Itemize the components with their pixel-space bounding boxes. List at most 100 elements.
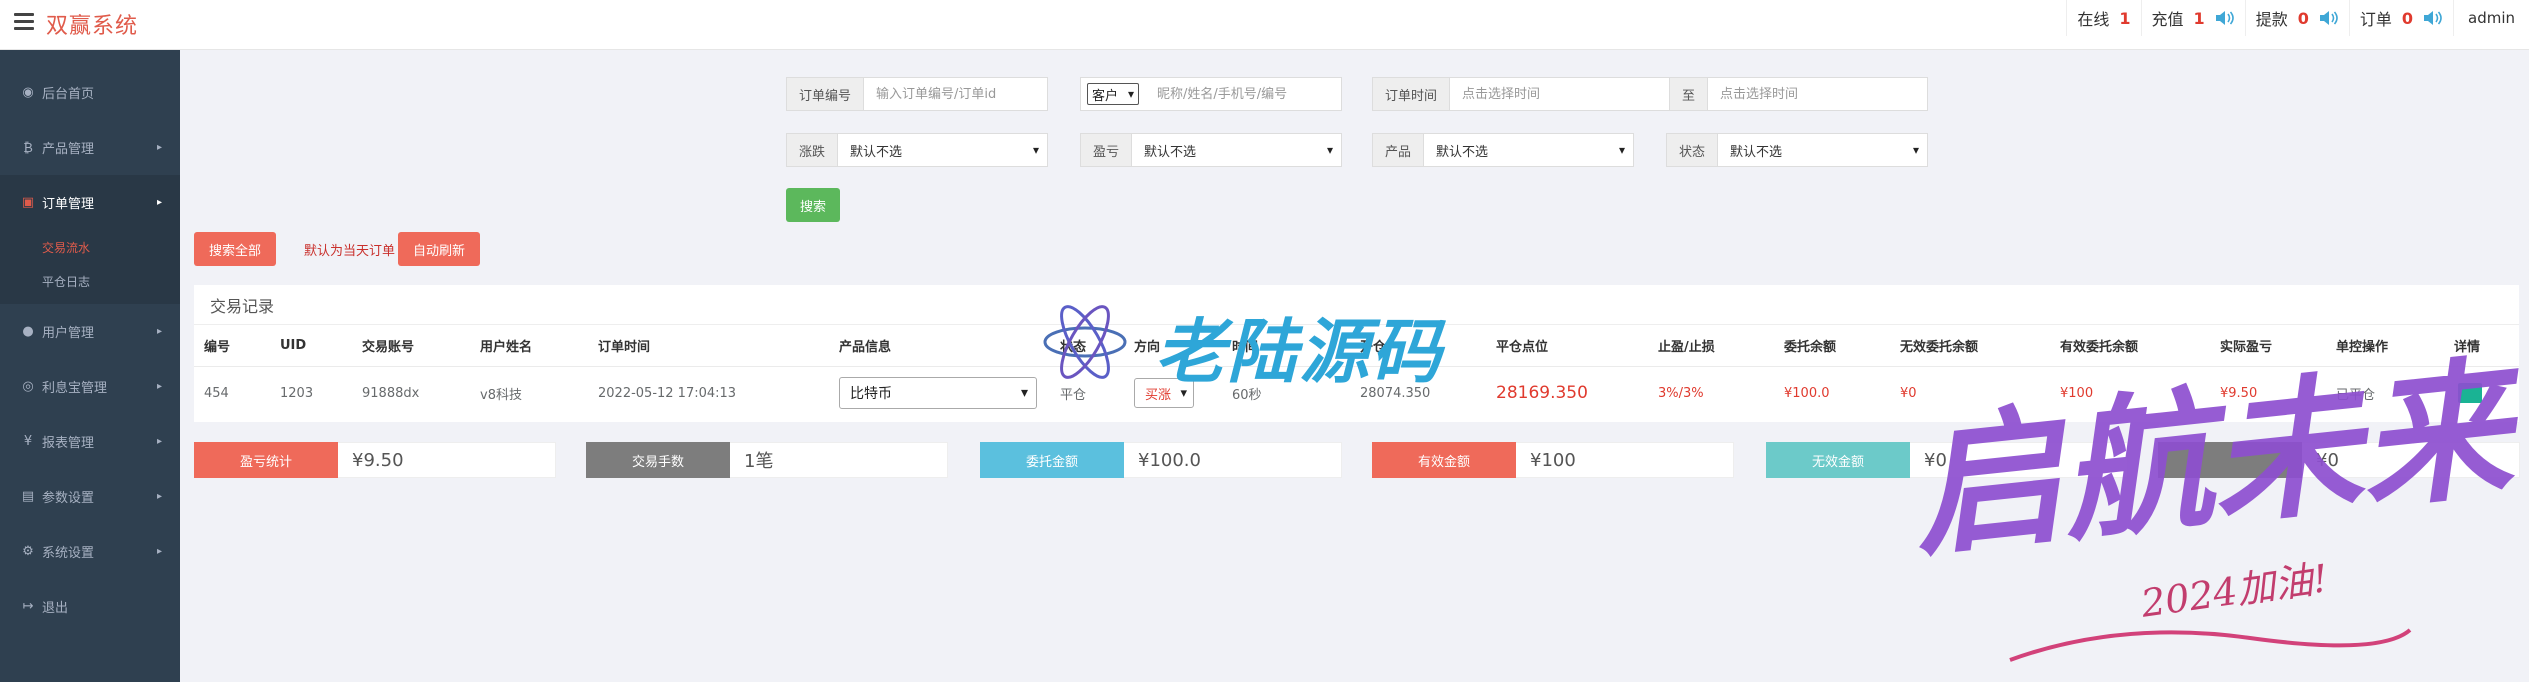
summary-label: 有效金额 — [1372, 442, 1516, 478]
sidebar-item-label: 后台首页 — [42, 87, 95, 102]
table-row[interactable]: 454 1203 91888dx v8科技 2022-05-12 17:04:1… — [194, 367, 2519, 419]
th-detail: 详情 — [2454, 340, 2481, 355]
summary-label: 无效金额 — [1766, 442, 1910, 478]
stat-online-value: 1 — [2119, 8, 2131, 28]
main-content: 订单编号 客户 订单时间 至 涨跌 默认不选 盈亏 默认不选 产品 默认不选 状… — [180, 50, 2529, 682]
sidebar: ◉ 后台首页 ₿ 产品管理 ▸ ▣ 订单管理 ▸ 交易流水 平仓日志 ● 用户管… — [0, 50, 180, 682]
gears-icon: ⚙ — [22, 544, 34, 559]
brand-title: 双赢系统 — [46, 14, 139, 39]
sidebar-sub-close-log[interactable]: 平仓日志 — [0, 264, 180, 298]
summary-value: ¥100.0 — [1124, 442, 1342, 478]
sidebar-item-users[interactable]: ● 用户管理 ▸ — [0, 304, 180, 359]
status-select[interactable]: 默认不选 — [1718, 134, 1927, 166]
cell-account: 91888dx — [362, 385, 420, 401]
cell-product: 比特币 — [839, 367, 1037, 419]
order-no-label: 订单编号 — [787, 78, 865, 110]
summary-profit: 盈亏统计 ¥9.50 — [194, 442, 556, 478]
order-no-input[interactable] — [864, 78, 1047, 110]
logout-icon: ↦ — [22, 599, 34, 614]
stat-recharge-label: 充值 — [2151, 10, 2184, 29]
chevron-right-icon: ▸ — [156, 436, 162, 447]
cell-uid: 1203 — [280, 385, 314, 401]
menu-toggle-icon[interactable] — [14, 13, 34, 31]
customer-filter: 客户 — [1080, 77, 1342, 111]
rise-fall-label: 涨跌 — [787, 134, 839, 166]
user-menu[interactable]: admin — [2454, 9, 2529, 27]
search-all-button[interactable]: 搜索全部 — [194, 232, 276, 266]
product-label: 产品 — [1373, 134, 1425, 166]
order-no-filter: 订单编号 — [786, 77, 1048, 111]
stat-withdraw[interactable]: 提款 0 — [2246, 0, 2350, 36]
stat-withdraw-label: 提款 — [2255, 10, 2288, 29]
summary-value: ¥0 — [2302, 442, 2520, 478]
customer-type-select[interactable]: 客户 — [1087, 83, 1140, 105]
cell-open: 28074.350 — [1360, 385, 1431, 401]
sidebar-item-logout[interactable]: ↦ 退出 — [0, 579, 180, 634]
stat-recharge-value: 1 — [2193, 8, 2205, 28]
chevron-right-icon: ▸ — [156, 381, 162, 392]
direction-select[interactable]: 买涨 — [1134, 378, 1195, 408]
summary-other: ¥0 — [2158, 442, 2520, 478]
sidebar-item-products[interactable]: ₿ 产品管理 ▸ — [0, 120, 180, 175]
cell-control: 已平仓 — [2336, 387, 2376, 403]
sidebar-item-system[interactable]: ⚙ 系统设置 ▸ — [0, 524, 180, 579]
order-time-filter: 订单时间 至 — [1372, 77, 1928, 111]
chevron-right-icon: ▸ — [156, 142, 162, 153]
stat-recharge[interactable]: 充值 1 — [2142, 0, 2246, 36]
sidebar-item-reports[interactable]: ¥ 报表管理 ▸ — [0, 414, 180, 469]
product-row-value: 比特币 — [850, 386, 892, 402]
speaker-icon[interactable] — [2423, 9, 2443, 27]
customer-input[interactable] — [1145, 78, 1341, 110]
yen-icon: ¥ — [23, 434, 33, 449]
interest-icon: ◎ — [22, 379, 34, 394]
chevron-right-icon: ▸ — [156, 326, 162, 337]
rise-fall-select[interactable]: 默认不选 — [838, 134, 1047, 166]
top-header: 双赢系统 在线 1 充值 1 提款 0 订单 0 admin — [0, 0, 2529, 50]
sidebar-item-home[interactable]: ◉ 后台首页 — [0, 65, 180, 120]
speaker-icon[interactable] — [2215, 9, 2235, 27]
stat-withdraw-value: 0 — [2297, 8, 2309, 28]
end-time-input[interactable] — [1708, 78, 1927, 110]
sidebar-item-interest[interactable]: ◎ 利息宝管理 ▸ — [0, 359, 180, 414]
stat-orders[interactable]: 订单 0 — [2350, 0, 2454, 36]
cell-order-time: 2022-05-12 17:04:13 — [598, 385, 737, 401]
summary-entrust: 委托金额 ¥100.0 — [980, 442, 1342, 478]
th-invalid: 无效委托余额 — [1900, 340, 1979, 355]
status-filter: 状态 默认不选 — [1666, 133, 1928, 167]
th-entrust: 委托余额 — [1784, 340, 1837, 355]
sidebar-item-label: 参数设置 — [42, 491, 95, 506]
th-close: 平仓点位 — [1496, 340, 1549, 355]
th-tp-sl: 止盈/止损 — [1658, 340, 1715, 355]
stat-online[interactable]: 在线 1 — [2067, 0, 2142, 36]
summary-value: 1笔 — [730, 442, 948, 478]
sidebar-item-label: 系统设置 — [42, 546, 95, 561]
th-time: 时间 — [1232, 340, 1259, 355]
summary-label: 委托金额 — [980, 442, 1124, 478]
product-row-select[interactable]: 比特币 — [839, 377, 1037, 409]
sidebar-item-params[interactable]: ▤ 参数设置 ▸ — [0, 469, 180, 524]
rise-fall-filter: 涨跌 默认不选 — [786, 133, 1048, 167]
sidebar-item-orders[interactable]: ▣ 订单管理 ▸ — [0, 175, 180, 230]
sidebar-item-label: 退出 — [42, 601, 69, 616]
th-id: 编号 — [204, 340, 231, 355]
summary-value: ¥100 — [1516, 442, 1734, 478]
profit-select[interactable]: 默认不选 — [1132, 134, 1341, 166]
cell-valid: ¥100 — [2060, 385, 2094, 401]
detail-icon[interactable] — [2458, 383, 2482, 403]
panel-title: 交易记录 — [194, 285, 2519, 325]
params-icon: ▤ — [21, 489, 35, 504]
product-select[interactable]: 默认不选 — [1424, 134, 1633, 166]
sidebar-item-label: 用户管理 — [42, 326, 95, 341]
search-button[interactable]: 搜索 — [786, 188, 840, 222]
start-time-input[interactable] — [1450, 78, 1669, 110]
stat-orders-value: 0 — [2401, 8, 2413, 28]
bitcoin-icon: ₿ — [23, 140, 33, 156]
speaker-icon[interactable] — [2319, 9, 2339, 27]
cell-username: v8科技 — [480, 387, 522, 403]
top-stats: 在线 1 充值 1 提款 0 订单 0 admin — [2066, 0, 2529, 36]
status-label: 状态 — [1667, 134, 1719, 166]
table-header: 编号 UID 交易账号 用户姓名 订单时间 产品信息 状态 方向 时间 开仓 平… — [194, 325, 2519, 367]
sidebar-sub-trade-flow[interactable]: 交易流水 — [0, 230, 180, 264]
auto-refresh-button[interactable]: 自动刷新 — [398, 232, 480, 266]
sidebar-group-orders: ▣ 订单管理 ▸ 交易流水 平仓日志 — [0, 175, 180, 304]
